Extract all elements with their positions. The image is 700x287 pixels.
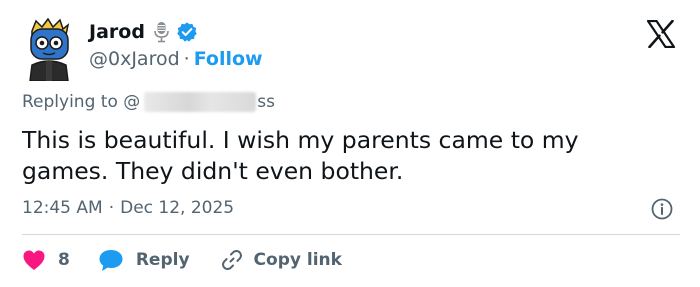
microphone-icon (154, 22, 169, 43)
replying-to-label: Replying to @ (22, 92, 141, 112)
action-bar: 8 Reply Copy link (22, 247, 342, 273)
info-icon[interactable] (650, 197, 674, 221)
reply-label: Reply (135, 250, 190, 270)
reply-bubble-icon (99, 250, 123, 271)
link-icon (221, 249, 242, 271)
blue-cartoon-avatar-icon (29, 17, 70, 82)
heart-icon (23, 250, 45, 270)
like-button[interactable]: 8 (22, 249, 70, 271)
follow-button[interactable]: Follow (194, 48, 263, 70)
copy-link-button[interactable]: Copy link (220, 248, 342, 272)
author-handle[interactable]: @0xJarod (89, 48, 180, 70)
reply-button[interactable]: Reply (98, 248, 190, 272)
divider (22, 234, 680, 235)
redacted-username (144, 92, 257, 112)
display-name[interactable]: Jarod (89, 21, 145, 43)
avatar[interactable] (22, 17, 76, 82)
tweet-timestamp[interactable]: 12:45 AM · Dec 12, 2025 (22, 198, 234, 218)
redacted-username-tail: ss (257, 92, 275, 112)
timestamp-separator: · (108, 198, 115, 218)
tweet-time: 12:45 AM (22, 198, 103, 218)
verified-badge-icon (177, 22, 197, 42)
separator-dot: · (183, 48, 190, 70)
copy-link-label: Copy link (253, 250, 342, 270)
tweet-date: Dec 12, 2025 (120, 198, 235, 218)
tweet-text: This is beautiful. I wish my parents cam… (22, 126, 579, 185)
replying-to: Replying to @ ss (22, 92, 275, 112)
author-info: Jarod @0xJarod · Follow (89, 18, 263, 70)
x-logo-icon[interactable] (646, 20, 676, 48)
like-count: 8 (58, 250, 70, 270)
